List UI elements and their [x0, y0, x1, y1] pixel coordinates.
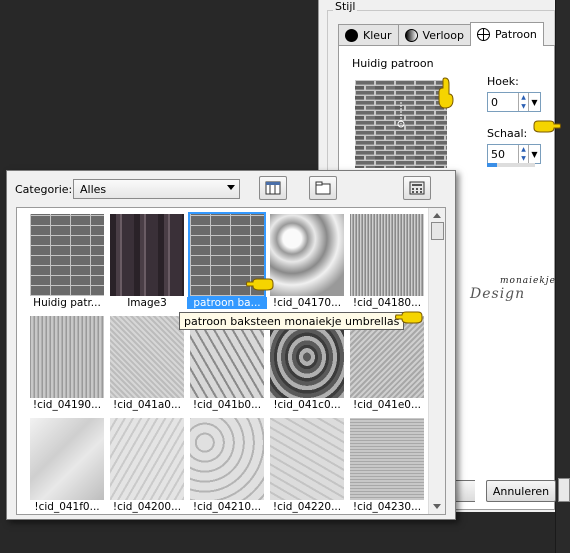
- black-circle-icon: [345, 29, 358, 42]
- tab-kleur[interactable]: Kleur: [338, 24, 399, 46]
- pattern-item-label: !cid_04200...: [112, 501, 182, 513]
- style-tabs: Kleur Verloop Patroon: [338, 22, 544, 46]
- pattern-item-label: !cid_041e0...: [352, 399, 421, 411]
- pattern-item-label: !cid_04220...: [272, 501, 342, 513]
- ok-button[interactable]: [455, 480, 475, 502]
- pattern-item-label: !cid_041c0...: [273, 399, 341, 411]
- scale-progress-bar: [487, 163, 535, 167]
- scroll-down-icon[interactable]: [433, 504, 441, 509]
- tab-label: Patroon: [495, 28, 537, 41]
- scroll-thumb[interactable]: [431, 222, 444, 240]
- category-select[interactable]: Alles: [73, 179, 240, 199]
- scale-up-down-icon[interactable]: ▲ ▼: [518, 145, 528, 163]
- pattern-tooltip: patroon baksteen monaiekje umbrellas: [179, 312, 405, 330]
- category-label: Categorie:: [15, 183, 73, 196]
- globe-icon: [477, 28, 490, 41]
- style-group-label: Stijl: [333, 0, 358, 13]
- pattern-item-label: !cid_041a0...: [113, 399, 181, 411]
- edge-button[interactable]: [558, 478, 570, 502]
- pattern-thumbnail: [110, 214, 184, 296]
- cancel-button[interactable]: Annuleren: [486, 480, 556, 502]
- pattern-thumbnail: [270, 418, 344, 500]
- tab-patroon[interactable]: Patroon: [470, 22, 544, 46]
- pattern-thumbnail: [350, 214, 424, 296]
- logo-text: Design: [470, 286, 526, 302]
- pattern-item[interactable]: !cid_04220...: [267, 415, 347, 514]
- pointing-hand-icon: [533, 120, 561, 133]
- pattern-thumbnail: [270, 214, 344, 296]
- pattern-item[interactable]: !cid_041a0...: [107, 313, 187, 413]
- designer-logo: Design monaiekje: [470, 276, 555, 302]
- pattern-thumbnail: [110, 316, 184, 398]
- pattern-item[interactable]: !cid_04170...: [267, 211, 347, 311]
- tab-verloop[interactable]: Verloop: [397, 24, 471, 46]
- pattern-thumbnail: [190, 418, 264, 500]
- view-grid-button[interactable]: [259, 176, 287, 200]
- options-button[interactable]: [403, 176, 431, 200]
- pattern-item[interactable]: !cid_04230...: [347, 415, 427, 514]
- pattern-item[interactable]: !cid_04210...: [187, 415, 267, 514]
- pattern-item-label: !cid_041f0...: [34, 501, 100, 513]
- scale-value[interactable]: 50: [488, 148, 518, 161]
- pattern-item[interactable]: patroon ba...: [187, 211, 267, 311]
- pattern-item-label: !cid_04210...: [192, 501, 262, 513]
- pointing-hand-icon: [395, 311, 423, 324]
- pattern-item-label: !cid_04190...: [32, 399, 102, 411]
- gradient-circle-icon: [404, 29, 418, 42]
- angle-stepper[interactable]: 0 ▲ ▼ ▼: [487, 92, 541, 112]
- current-pattern-label: Huidig patroon: [352, 57, 434, 70]
- angle-up-down-icon[interactable]: ▲ ▼: [518, 93, 528, 111]
- scroll-up-icon[interactable]: [433, 213, 441, 218]
- pattern-thumbnail: [30, 214, 104, 296]
- folder-icon: [315, 181, 331, 195]
- logo-small-text: monaiekje: [500, 276, 556, 286]
- pattern-picker-popup: Categorie: Alles Huidig patr... Image3 pat…: [6, 170, 456, 520]
- pattern-item-label: Huidig patr...: [33, 297, 101, 309]
- pattern-item-label: !cid_041b0...: [192, 399, 262, 411]
- angle-value[interactable]: 0: [488, 96, 518, 109]
- category-value: Alles: [80, 182, 107, 196]
- right-window-edge: [555, 0, 570, 553]
- angle-label: Hoek:: [487, 75, 519, 88]
- angle-dropdown-icon[interactable]: ▼: [528, 93, 540, 111]
- pattern-thumbnail: [30, 316, 104, 398]
- calculator-icon: [409, 181, 425, 195]
- pattern-item[interactable]: Image3: [107, 211, 187, 311]
- pattern-item[interactable]: !cid_041f0...: [27, 415, 107, 514]
- pattern-item[interactable]: !cid_04190...: [27, 313, 107, 413]
- tab-label: Kleur: [363, 29, 392, 42]
- cancel-label: Annuleren: [492, 484, 550, 498]
- folder-button[interactable]: [309, 176, 337, 200]
- tab-label: Verloop: [422, 29, 464, 42]
- pattern-thumbnail: [110, 418, 184, 500]
- chevron-down-icon: [227, 185, 235, 190]
- pattern-item[interactable]: Huidig patr...: [27, 211, 107, 311]
- scale-label: Schaal:: [487, 127, 528, 140]
- pattern-item[interactable]: !cid_04180...: [347, 211, 427, 311]
- pattern-item-label: Image3: [127, 297, 167, 309]
- scale-stepper[interactable]: 50 ▲ ▼ ▼: [487, 144, 541, 164]
- pattern-item[interactable]: !cid_04200...: [107, 415, 187, 514]
- pattern-thumbnail: [30, 418, 104, 500]
- pattern-item-label: patroon ba...: [187, 297, 267, 309]
- grid-view-icon: [265, 181, 281, 195]
- current-pattern-swatch[interactable]: [355, 80, 447, 168]
- pattern-thumbnail: [350, 418, 424, 500]
- scale-dropdown-icon[interactable]: ▼: [528, 145, 540, 163]
- pointing-hand-icon: [438, 77, 454, 109]
- pattern-item-label: !cid_04170...: [272, 297, 342, 309]
- pattern-item-label: !cid_04180...: [352, 297, 422, 309]
- pattern-grid: Huidig patr... Image3 patroon ba... !cid_04…: [16, 207, 446, 515]
- scale-progress-fill: [487, 163, 497, 167]
- pointing-hand-icon: [246, 278, 274, 291]
- vertical-scrollbar[interactable]: [428, 208, 445, 514]
- pattern-item-label: !cid_04230...: [352, 501, 422, 513]
